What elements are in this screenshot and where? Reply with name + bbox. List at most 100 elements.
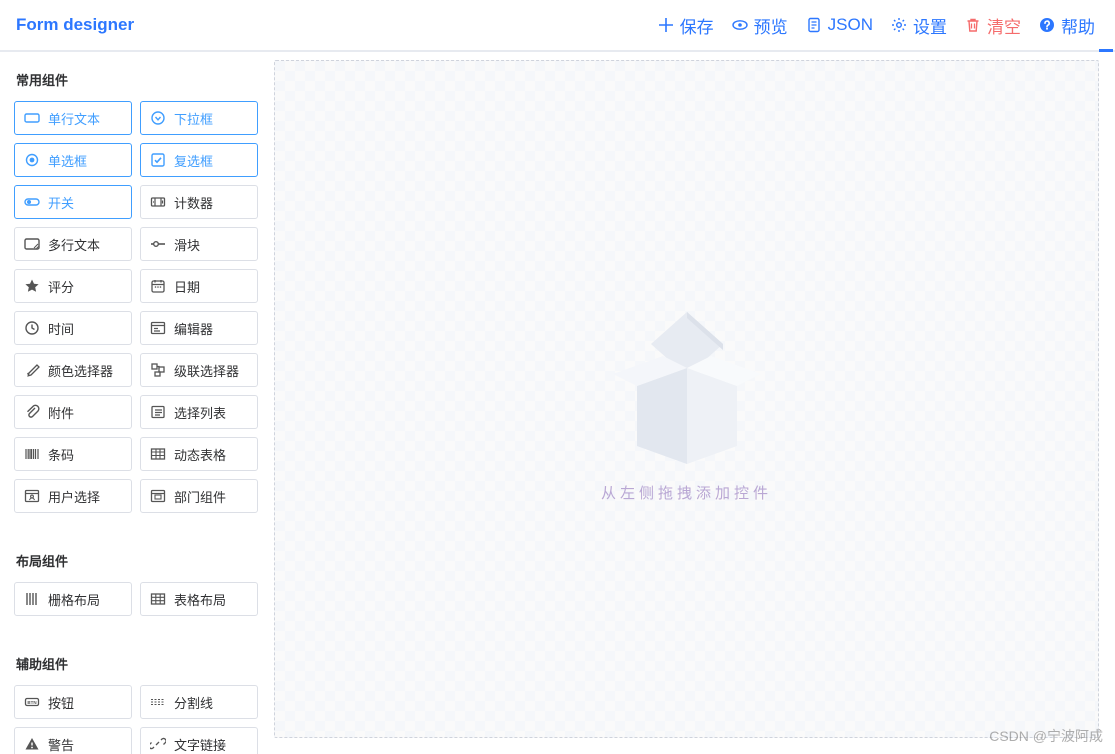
palette-item[interactable]: 编辑器: [140, 311, 258, 345]
layout-components: 栅格布局 表格布局: [14, 582, 258, 616]
alert-icon: [24, 736, 40, 752]
dyntable-icon: [150, 446, 166, 462]
palette-item[interactable]: 时间: [14, 311, 132, 345]
divider-icon: [150, 694, 166, 710]
editor-icon: [150, 320, 166, 336]
palette-item-label: 表格布局: [174, 590, 226, 609]
palette-item[interactable]: 分割线: [140, 685, 258, 719]
palette-item[interactable]: 单行文本: [14, 101, 132, 135]
counter-icon: [150, 194, 166, 210]
link-icon: [150, 736, 166, 752]
help-button[interactable]: 帮助: [1039, 13, 1095, 38]
file-icon: [806, 17, 822, 33]
attachment-icon: [24, 404, 40, 420]
right-panel-indicator: [1099, 49, 1113, 52]
palette-item[interactable]: 按钮: [14, 685, 132, 719]
palette-item-label: 编辑器: [174, 319, 213, 338]
palette-item-label: 分割线: [174, 693, 213, 712]
save-button[interactable]: 保存: [658, 13, 714, 38]
palette-item-label: 附件: [48, 403, 74, 422]
palette-item-label: 文字链接: [174, 735, 226, 754]
palette-item[interactable]: 日期: [140, 269, 258, 303]
palette-item[interactable]: 滑块: [140, 227, 258, 261]
component-palette: 常用组件 单行文本 下拉框单选框 复选框开关 计数器多行文本 滑块评分 日期时间 编辑器颜色…: [0, 52, 270, 754]
palette-item[interactable]: 附件: [14, 395, 132, 429]
palette-item-label: 用户选择: [48, 487, 100, 506]
list-select-icon: [150, 404, 166, 420]
palette-item[interactable]: 部门组件: [140, 479, 258, 513]
app-title: Form designer: [16, 15, 134, 35]
save-label: 保存: [680, 13, 714, 38]
design-canvas[interactable]: 从左侧拖拽添加控件: [274, 60, 1099, 738]
helper-components: 按钮分割线警告文字链接文本: [14, 685, 258, 754]
topbar: Form designer 保存 预览 JSON 设置 清空 帮助: [0, 0, 1115, 52]
palette-item-label: 按钮: [48, 693, 74, 712]
preview-label: 预览: [754, 13, 788, 38]
palette-item-label: 单选框: [48, 151, 87, 170]
textarea-icon: [24, 236, 40, 252]
dept-icon: [150, 488, 166, 504]
checkbox-icon: [150, 152, 166, 168]
rate-icon: [24, 278, 40, 294]
palette-item[interactable]: 用户选择: [14, 479, 132, 513]
grid-icon: [24, 591, 40, 607]
common-components: 单行文本 下拉框单选框 复选框开关 计数器多行文本 滑块评分 日期时间 编辑器颜色选择器 级联…: [14, 101, 258, 513]
palette-item[interactable]: 栅格布局: [14, 582, 132, 616]
help-icon: [1039, 17, 1055, 33]
palette-item[interactable]: 单选框: [14, 143, 132, 177]
canvas-wrap: 从左侧拖拽添加控件: [270, 52, 1115, 754]
palette-item-label: 栅格布局: [48, 590, 100, 609]
table-icon: [150, 591, 166, 607]
palette-item[interactable]: 警告: [14, 727, 132, 754]
time-icon: [24, 320, 40, 336]
user-select-icon: [24, 488, 40, 504]
eye-icon: [732, 17, 748, 33]
palette-item[interactable]: 多行文本: [14, 227, 132, 261]
palette-item-label: 评分: [48, 277, 74, 296]
plus-icon: [658, 17, 674, 33]
palette-item[interactable]: 表格布局: [140, 582, 258, 616]
palette-item-label: 动态表格: [174, 445, 226, 464]
json-button[interactable]: JSON: [806, 15, 873, 35]
palette-item-label: 复选框: [174, 151, 213, 170]
date-icon: [150, 278, 166, 294]
empty-box-illustration: [597, 296, 777, 476]
palette-item[interactable]: 开关: [14, 185, 132, 219]
palette-item-label: 滑块: [174, 235, 200, 254]
top-actions: 保存 预览 JSON 设置 清空 帮助: [658, 13, 1095, 38]
palette-item[interactable]: 选择列表: [140, 395, 258, 429]
color-picker-icon: [24, 362, 40, 378]
palette-item[interactable]: 条码: [14, 437, 132, 471]
palette-item-label: 计数器: [174, 193, 213, 212]
palette-item-label: 条码: [48, 445, 74, 464]
clear-button[interactable]: 清空: [965, 13, 1021, 38]
section-title-helper: 辅助组件: [16, 654, 258, 673]
palette-item[interactable]: 颜色选择器: [14, 353, 132, 387]
section-title-common: 常用组件: [16, 70, 258, 89]
settings-label: 设置: [913, 13, 947, 38]
settings-button[interactable]: 设置: [891, 13, 947, 38]
palette-item[interactable]: 评分: [14, 269, 132, 303]
dropdown-icon: [150, 110, 166, 126]
palette-item-label: 颜色选择器: [48, 361, 113, 380]
slider-icon: [150, 236, 166, 252]
palette-item-label: 部门组件: [174, 487, 226, 506]
input-icon: [24, 110, 40, 126]
preview-button[interactable]: 预览: [732, 13, 788, 38]
canvas-hint: 从左侧拖拽添加控件: [601, 482, 772, 503]
gear-icon: [891, 17, 907, 33]
switch-icon: [24, 194, 40, 210]
palette-item-label: 级联选择器: [174, 361, 239, 380]
palette-item[interactable]: 级联选择器: [140, 353, 258, 387]
palette-item[interactable]: 动态表格: [140, 437, 258, 471]
help-label: 帮助: [1061, 13, 1095, 38]
palette-item[interactable]: 下拉框: [140, 101, 258, 135]
palette-item[interactable]: 文字链接: [140, 727, 258, 754]
palette-item-label: 下拉框: [174, 109, 213, 128]
palette-item[interactable]: 复选框: [140, 143, 258, 177]
barcode-icon: [24, 446, 40, 462]
clear-label: 清空: [987, 13, 1021, 38]
palette-item[interactable]: 计数器: [140, 185, 258, 219]
cascader-icon: [150, 362, 166, 378]
palette-item-label: 日期: [174, 277, 200, 296]
